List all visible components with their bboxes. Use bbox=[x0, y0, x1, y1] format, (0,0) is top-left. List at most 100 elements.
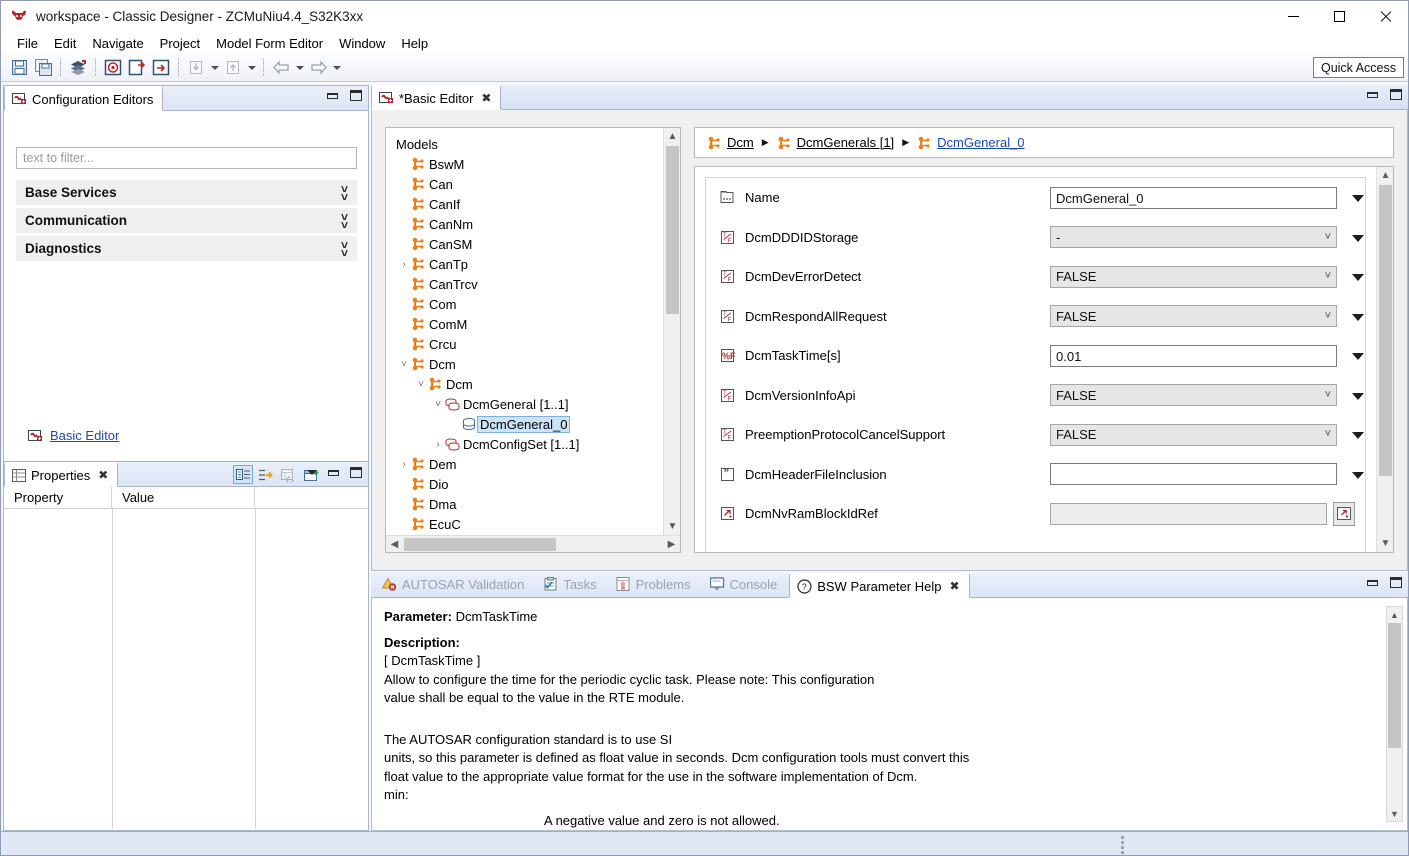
section-communication[interactable]: Communication ˅ ˅ bbox=[16, 208, 357, 233]
tree-node-dio[interactable]: Dio bbox=[394, 474, 663, 494]
dcmheaderfileinclusion-dropdown-icon[interactable] bbox=[1352, 467, 1364, 482]
dcmdeverrordetect-combo[interactable]: FALSE ˅ bbox=[1050, 265, 1337, 288]
forward-dropdown-icon[interactable] bbox=[330, 57, 343, 79]
scroll-up-icon[interactable]: ▲ bbox=[1377, 167, 1394, 184]
resize-grip-icon[interactable] bbox=[1121, 836, 1124, 854]
breadcrumb-item-dcmgeneral-0[interactable]: DcmGeneral_0 bbox=[917, 135, 1025, 150]
maximize-button[interactable] bbox=[1316, 1, 1362, 32]
save-all-icon[interactable] bbox=[32, 57, 54, 79]
show-categories-icon[interactable] bbox=[233, 465, 253, 484]
tree-horizontal-scrollbar[interactable]: ◀ ▶ bbox=[386, 535, 680, 552]
tree-node-cansm[interactable]: CanSM bbox=[394, 234, 663, 254]
view-menu-icon[interactable] bbox=[307, 470, 317, 475]
scroll-left-icon[interactable]: ◀ bbox=[386, 536, 403, 553]
dcmdddidstorage-combo[interactable]: - ˅ bbox=[1050, 226, 1337, 249]
dcmtasktime-s-dropdown-icon[interactable] bbox=[1352, 348, 1364, 363]
back-dropdown-icon[interactable] bbox=[293, 57, 306, 79]
dcmnvramblockidref-input[interactable] bbox=[1050, 502, 1327, 525]
dcmdeverrordetect-dropdown-icon[interactable] bbox=[1352, 269, 1364, 284]
maximize-view-icon[interactable] bbox=[1390, 89, 1402, 100]
build-stack-icon[interactable] bbox=[67, 57, 89, 79]
tree-node-bswm[interactable]: BswM bbox=[394, 154, 663, 174]
tree-node-ecuc[interactable]: EcuC bbox=[394, 514, 663, 534]
preemptionprotocolcancelsupport-combo[interactable]: FALSE ˅ bbox=[1050, 423, 1337, 446]
tab-configuration-editors[interactable]: Configuration Editors bbox=[4, 86, 164, 111]
scroll-up-icon[interactable]: ▲ bbox=[664, 128, 681, 145]
tree-vertical-scrollbar[interactable]: ▲ ▼ bbox=[663, 128, 680, 535]
breadcrumb-item-dcmgenerals-1[interactable]: DcmGenerals [1] bbox=[777, 135, 894, 150]
tree-node-dma[interactable]: Dma bbox=[394, 494, 663, 514]
minimize-view-icon[interactable] bbox=[327, 92, 338, 99]
close-icon[interactable]: ✖ bbox=[949, 579, 959, 593]
properties-table-body[interactable] bbox=[4, 509, 368, 829]
tree-node-dcm[interactable]: ˅ Dcm bbox=[394, 374, 663, 394]
basic-editor-link-row[interactable]: Basic Editor bbox=[28, 428, 119, 443]
upload-icon[interactable] bbox=[222, 57, 244, 79]
tree-node-cantp[interactable]: › CanTp bbox=[394, 254, 663, 274]
preemptionprotocolcancelsupport-dropdown-icon[interactable] bbox=[1352, 427, 1364, 442]
maximize-view-icon[interactable] bbox=[350, 467, 362, 478]
dcmheaderfileinclusion-input[interactable] bbox=[1050, 463, 1337, 486]
menu-navigate[interactable]: Navigate bbox=[84, 34, 151, 53]
tab-autosar-validation[interactable]: AUTOSAR Validation bbox=[375, 572, 533, 597]
dcmtasktime-s-input[interactable]: 0.01 bbox=[1050, 344, 1337, 367]
scroll-down-icon[interactable]: ▼ bbox=[1387, 806, 1402, 821]
chevron-down-icon[interactable]: ˅ bbox=[431, 399, 445, 410]
scroll-down-icon[interactable]: ▼ bbox=[664, 518, 681, 535]
minimize-view-icon[interactable] bbox=[328, 469, 339, 476]
tree-node-crcu[interactable]: Crcu bbox=[394, 334, 663, 354]
scroll-thumb[interactable] bbox=[1379, 185, 1392, 476]
restore-defaults-icon[interactable] bbox=[279, 465, 299, 484]
tree-node-can[interactable]: Can bbox=[394, 174, 663, 194]
help-vertical-scrollbar[interactable]: ▲ ▼ bbox=[1386, 606, 1403, 822]
download-icon[interactable] bbox=[185, 57, 207, 79]
tree-node-canif[interactable]: CanIf bbox=[394, 194, 663, 214]
dcmversioninfoapi-dropdown-icon[interactable] bbox=[1352, 388, 1364, 403]
tree-node-cantrcv[interactable]: CanTrcv bbox=[394, 274, 663, 294]
tree-node-dcmgeneral-1-1[interactable]: ˅ DcmGeneral [1..1] bbox=[394, 394, 663, 414]
chevron-down-icon[interactable]: ˅ bbox=[397, 359, 411, 370]
menu-window[interactable]: Window bbox=[331, 34, 393, 53]
breadcrumb-item-dcm[interactable]: Dcm bbox=[707, 135, 754, 150]
scroll-thumb[interactable] bbox=[1388, 623, 1401, 748]
dcmnvramblockidref-browse-button[interactable] bbox=[1333, 501, 1355, 526]
menu-help[interactable]: Help bbox=[393, 34, 436, 53]
save-icon[interactable] bbox=[8, 57, 30, 79]
scroll-up-icon[interactable]: ▲ bbox=[1387, 607, 1402, 622]
menu-edit[interactable]: Edit bbox=[46, 34, 84, 53]
name-input[interactable]: DcmGeneral_0 bbox=[1050, 186, 1337, 209]
dcmrespondallrequest-combo[interactable]: FALSE ˅ bbox=[1050, 305, 1337, 328]
chevron-right-icon[interactable]: › bbox=[397, 259, 411, 270]
dcmversioninfoapi-combo[interactable]: FALSE ˅ bbox=[1050, 384, 1337, 407]
close-icon[interactable]: ✖ bbox=[98, 468, 108, 482]
chevron-right-icon[interactable]: › bbox=[431, 439, 445, 450]
section-base-services[interactable]: Base Services ˅ ˅ bbox=[16, 180, 357, 205]
menu-model-form-editor[interactable]: Model Form Editor bbox=[208, 34, 331, 53]
name-dropdown-icon[interactable] bbox=[1352, 190, 1364, 205]
section-diagnostics[interactable]: Diagnostics ˅ ˅ bbox=[16, 236, 357, 261]
basic-editor-link[interactable]: Basic Editor bbox=[50, 428, 119, 443]
tree-root-models[interactable]: Models bbox=[394, 134, 663, 154]
quick-access-field[interactable]: Quick Access bbox=[1312, 57, 1404, 78]
generate-target-icon[interactable] bbox=[102, 57, 124, 79]
chevron-down-icon[interactable]: ˅ bbox=[414, 379, 428, 390]
scroll-right-icon[interactable]: ▶ bbox=[663, 536, 680, 553]
close-button[interactable] bbox=[1362, 1, 1408, 32]
dcmrespondallrequest-dropdown-icon[interactable] bbox=[1352, 309, 1364, 324]
menu-file[interactable]: File bbox=[9, 34, 46, 53]
back-arrow-icon[interactable] bbox=[270, 57, 292, 79]
maximize-view-icon[interactable] bbox=[350, 90, 362, 101]
tree-node-cannm[interactable]: CanNm bbox=[394, 214, 663, 234]
minimize-view-icon[interactable] bbox=[1367, 91, 1378, 98]
tab-bsw-parameter-help[interactable]: ? BSW Parameter Help ✖ bbox=[789, 573, 970, 598]
filter-input[interactable]: text to filter... bbox=[16, 147, 357, 169]
import-config-icon[interactable] bbox=[126, 57, 148, 79]
tree-node-dcmgeneral-0[interactable]: DcmGeneral_0 bbox=[394, 414, 663, 434]
tab-problems[interactable]: Problems bbox=[609, 572, 700, 597]
show-advanced-icon[interactable] bbox=[256, 465, 276, 484]
tree-node-com[interactable]: Com bbox=[394, 294, 663, 314]
menu-project[interactable]: Project bbox=[152, 34, 208, 53]
model-tree[interactable]: Models BswM Can CanIf CanNm CanSM › CanTp CanTr… bbox=[386, 128, 663, 535]
tree-node-dcm[interactable]: ˅ Dcm bbox=[394, 354, 663, 374]
tab-tasks[interactable]: Tasks bbox=[536, 572, 605, 597]
